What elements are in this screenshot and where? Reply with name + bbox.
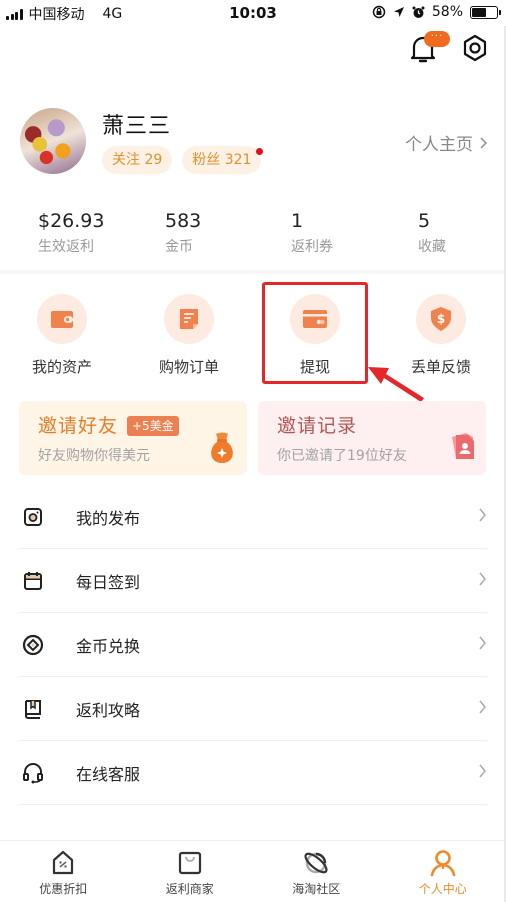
chevron-right-icon [479, 700, 486, 714]
new-followers-dot [256, 148, 264, 155]
menu-list: 我的发布 每日签到 金币兑换 返利攻略 在线客服 [18, 485, 487, 805]
menu-item-rebate-guide[interactable]: 返利攻略 [18, 677, 487, 741]
quick-action-label: 购物订单 [158, 358, 219, 376]
money-bag-icon [211, 432, 233, 463]
menu-label: 金币兑换 [76, 636, 141, 656]
svg-text:$: $ [437, 312, 445, 326]
location-icon [393, 7, 404, 17]
homepage-label: 个人主页 [405, 135, 473, 155]
menu-label: 在线客服 [76, 764, 141, 784]
shopping-bag-icon [178, 851, 201, 875]
wallet-icon [51, 311, 73, 328]
profile-header: 萧三三 关注 29 粉丝 321 个人主页 [18, 108, 488, 178]
bonus-badge: +5美金 [127, 416, 179, 436]
menu-label: 我的发布 [76, 508, 141, 528]
invite-records-card[interactable]: 邀请记录 你已邀请了19位好友 [258, 401, 486, 475]
quick-actions: 我的资产 购物订单 提现 $ 丢单反馈 [0, 290, 506, 380]
annotation-highlight-box [262, 282, 368, 384]
user-name: 萧三三 [102, 114, 172, 139]
avatar[interactable] [20, 108, 86, 174]
stat-label: 生效返利 [38, 239, 94, 255]
personal-homepage-link[interactable]: 个人主页 [405, 130, 488, 155]
stat-label: 收藏 [418, 239, 446, 255]
section-divider [0, 270, 506, 274]
quick-action-feedback[interactable]: $ 丢单反馈 [391, 290, 491, 377]
stat-label: 返利券 [291, 239, 333, 255]
bottom-tab-bar: 优惠折扣 返利商家 海淘社区 个人中心 [0, 840, 506, 902]
followers-count[interactable]: 粉丝 321 [182, 146, 264, 174]
chevron-right-icon [479, 764, 486, 778]
chevron-right-icon [480, 136, 488, 149]
tab-community[interactable]: 海淘社区 [253, 841, 380, 902]
order-list-icon [180, 309, 198, 329]
invite-friends-card[interactable]: 邀请好友 +5美金 好友购物你得美元 [19, 401, 247, 475]
stat-value: 1 [291, 210, 304, 232]
coin-icon [22, 634, 44, 655]
menu-label: 每日签到 [76, 572, 141, 592]
planet-icon [304, 852, 328, 874]
tab-personal-center[interactable]: 个人中心 [380, 841, 506, 902]
following-count[interactable]: 关注 29 [102, 146, 173, 174]
stat-label: 金币 [165, 239, 193, 255]
status-bar: 中国移动 4G 10:03 58% [0, 0, 506, 26]
stats-row: $26.93 生效返利 583 金币 1 返利券 5 收藏 [0, 210, 506, 260]
tab-label: 海淘社区 [292, 882, 341, 896]
followers-label: 粉丝 321 [192, 152, 252, 168]
orientation-lock-icon [372, 5, 386, 19]
alarm-icon [412, 6, 425, 18]
stat-rebate[interactable]: $26.93 生效返利 [38, 210, 104, 256]
quick-action-orders[interactable]: 购物订单 [139, 290, 239, 377]
stat-value: 583 [165, 210, 202, 232]
stat-value: $26.93 [38, 210, 105, 232]
tab-discounts[interactable]: 优惠折扣 [0, 841, 127, 902]
stat-favorites[interactable]: 5 收藏 [418, 210, 446, 256]
discount-tag-icon [53, 850, 74, 875]
stat-coins[interactable]: 583 金币 [165, 210, 201, 256]
menu-label: 返利攻略 [76, 700, 141, 720]
notifications-button[interactable]: ··· [410, 31, 450, 66]
user-icon [430, 850, 456, 877]
tab-label: 优惠折扣 [39, 882, 88, 896]
menu-item-coin-exchange[interactable]: 金币兑换 [18, 613, 487, 677]
camera-icon [24, 507, 42, 526]
invite-friends-subtitle: 好友购物你得美元 [38, 448, 150, 464]
chevron-right-icon [479, 572, 486, 586]
menu-item-my-posts[interactable]: 我的发布 [18, 485, 487, 549]
contact-doc-icon [452, 433, 474, 459]
stat-coupons[interactable]: 1 返利券 [291, 210, 333, 256]
tab-label: 返利商家 [165, 882, 214, 896]
settings-icon [463, 34, 487, 62]
menu-item-customer-service[interactable]: 在线客服 [18, 741, 487, 805]
invite-records-subtitle: 你已邀请了19位好友 [277, 448, 407, 464]
invite-friends-title: 邀请好友 [38, 415, 119, 437]
book-icon [25, 699, 41, 719]
calendar-icon [24, 571, 42, 590]
tab-label: 个人中心 [418, 882, 467, 896]
headset-icon [23, 762, 43, 783]
stat-value: 5 [418, 210, 431, 232]
chevron-right-icon [479, 636, 486, 650]
quick-action-label: 丢单反馈 [410, 358, 471, 376]
shield-dollar-icon: $ [431, 307, 451, 331]
menu-item-daily-checkin[interactable]: 每日签到 [18, 549, 487, 613]
battery-percent: 58% [431, 4, 463, 20]
invite-records-title: 邀请记录 [277, 415, 358, 437]
tab-rebate-merchants[interactable]: 返利商家 [127, 841, 254, 902]
quick-action-label: 我的资产 [31, 358, 92, 376]
chevron-right-icon [479, 508, 486, 522]
settings-button[interactable] [462, 34, 488, 66]
notification-badge: ··· [424, 31, 450, 47]
quick-action-assets[interactable]: 我的资产 [12, 290, 112, 377]
battery-icon [470, 5, 501, 19]
